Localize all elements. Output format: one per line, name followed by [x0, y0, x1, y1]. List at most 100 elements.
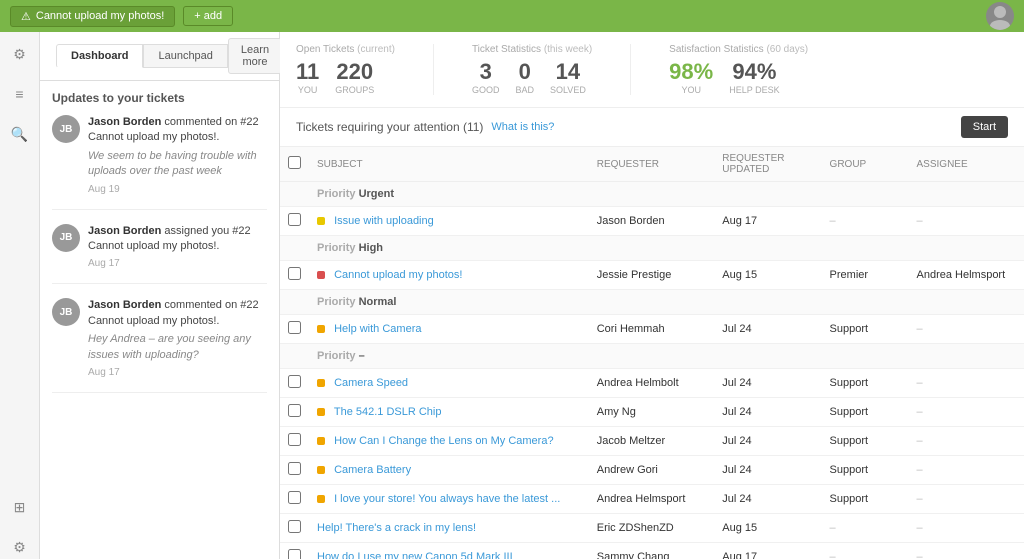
row-checkbox[interactable]	[288, 267, 301, 280]
select-all-checkbox[interactable]	[288, 156, 301, 169]
stat-sat-helpdesk: 94% HELP DESK	[729, 61, 779, 95]
settings-icon[interactable]: ⚙	[8, 42, 32, 66]
update-author: Jason Borden	[88, 225, 161, 237]
ticket-subject-cell: How Can I Change the Lens on My Camera?	[309, 427, 589, 456]
row-checkbox[interactable]	[288, 549, 301, 559]
user-avatar[interactable]	[986, 2, 1014, 30]
stat-groups-label: GROUPS	[335, 85, 374, 95]
tab-launchpad[interactable]: Launchpad	[143, 44, 227, 68]
assignee-cell: –	[909, 543, 1024, 559]
stat-sat-you: 98% YOU	[669, 61, 713, 95]
priority-indicator	[317, 495, 325, 503]
satisfaction-label: Satisfaction Statistics (60 days)	[669, 44, 808, 55]
satisfaction-values: 98% YOU 94% HELP DESK	[669, 61, 808, 95]
tickets-tbody: Priority Urgent Issue with uploading Jas…	[280, 182, 1024, 559]
ticket-link[interactable]: Help with Camera	[334, 323, 421, 335]
avatar: JB	[52, 298, 80, 326]
ticket-subject-cell: I love your store! You always have the l…	[309, 485, 589, 514]
update-content: Jason Borden commented on #22 Cannot upl…	[88, 298, 267, 378]
update-content: Jason Borden commented on #22 Cannot upl…	[88, 115, 267, 195]
updated-cell: Jul 24	[714, 427, 821, 456]
priority-label-row: Priority –	[280, 344, 1024, 369]
assignee-cell: –	[909, 514, 1024, 543]
avatar: JB	[52, 224, 80, 252]
group-cell: Premier	[822, 261, 909, 290]
search-icon[interactable]: 🔍	[8, 122, 32, 146]
row-checkbox[interactable]	[288, 321, 301, 334]
group-cell: –	[822, 207, 909, 236]
update-desc: We seem to be having trouble with upload…	[88, 149, 267, 180]
priority-indicator	[317, 325, 325, 333]
updated-cell: Jul 24	[714, 315, 821, 344]
ticket-link[interactable]: Cannot upload my photos!	[334, 269, 462, 281]
ticket-stats-group: Ticket Statistics (this week) 3 GOOD 0 B…	[472, 44, 592, 95]
update-item: JB Jason Borden commented on #22 Cannot …	[52, 115, 267, 210]
row-checkbox[interactable]	[288, 404, 301, 417]
update-author: Jason Borden	[88, 299, 161, 311]
ticket-link[interactable]: Issue with uploading	[334, 215, 434, 227]
avatar: JB	[52, 115, 80, 143]
group-cell: Support	[822, 427, 909, 456]
row-checkbox[interactable]	[288, 520, 301, 533]
stat-good: 3 GOOD	[472, 61, 500, 95]
ticket-link[interactable]: Help! There's a crack in my lens!	[317, 522, 476, 534]
widget-icon[interactable]: ⊞	[8, 495, 32, 519]
menu-icon[interactable]: ≡	[8, 82, 32, 106]
right-panel: Open Tickets (current) 11 YOU 220 GROUPS	[280, 32, 1024, 559]
priority-indicator	[317, 379, 325, 387]
priority-label-row: Priority High	[280, 236, 1024, 261]
add-button[interactable]: + add	[183, 6, 233, 26]
what-is-this-link[interactable]: What is this?	[491, 121, 554, 133]
ticket-subject-cell: Issue with uploading	[309, 207, 589, 236]
requester-cell: Andrew Gori	[589, 456, 715, 485]
updated-cell: Jul 24	[714, 485, 821, 514]
ticket-subject-cell: How do I use my new Canon 5d Mark III	[309, 543, 589, 559]
ticket-subject-cell: Help with Camera	[309, 315, 589, 344]
row-checkbox[interactable]	[288, 213, 301, 226]
priority-label-row: Priority Urgent	[280, 182, 1024, 207]
group-cell: Support	[822, 369, 909, 398]
col-header-requester: REQUESTER	[589, 147, 715, 182]
updates-section: Updates to your tickets JB Jason Borden …	[40, 81, 279, 559]
priority-indicator	[317, 271, 325, 279]
start-button[interactable]: Start	[961, 116, 1008, 138]
updated-cell: Jul 24	[714, 369, 821, 398]
ticket-link[interactable]: The 542.1 DSLR Chip	[334, 406, 442, 418]
notification-bar[interactable]: ⚠ Cannot upload my photos!	[10, 6, 175, 27]
update-item: JB Jason Borden commented on #22 Cannot …	[52, 298, 267, 393]
notification-text: Cannot upload my photos!	[36, 10, 164, 22]
add-label: + add	[194, 10, 222, 22]
learn-more-button[interactable]: Learn more	[228, 38, 282, 74]
group-cell: Support	[822, 398, 909, 427]
ticket-link[interactable]: I love your store! You always have the l…	[334, 493, 560, 505]
update-date: Aug 17	[88, 367, 267, 378]
gear-icon[interactable]: ⚙	[8, 535, 32, 559]
row-checkbox[interactable]	[288, 433, 301, 446]
priority-indicator	[317, 466, 325, 474]
assignee-cell: –	[909, 427, 1024, 456]
updated-cell: Aug 17	[714, 207, 821, 236]
table-row: Camera Speed Andrea Helmbolt Jul 24 Supp…	[280, 369, 1024, 398]
group-cell: –	[822, 543, 909, 559]
requester-cell: Andrea Helmsport	[589, 485, 715, 514]
ticket-stats-values: 3 GOOD 0 BAD 14 SOLVED	[472, 61, 592, 95]
requester-cell: Jessie Prestige	[589, 261, 715, 290]
requester-cell: Jacob Meltzer	[589, 427, 715, 456]
tab-dashboard[interactable]: Dashboard	[56, 44, 143, 68]
update-item: JB Jason Borden assigned you #22 Cannot …	[52, 224, 267, 285]
priority-dash-label: Priority –	[309, 344, 1024, 369]
priority-high-label: Priority High	[309, 236, 1024, 261]
row-checkbox[interactable]	[288, 375, 301, 388]
row-checkbox[interactable]	[288, 491, 301, 504]
ticket-link[interactable]: How Can I Change the Lens on My Camera?	[334, 435, 554, 447]
row-checkbox[interactable]	[288, 462, 301, 475]
assignee-cell: –	[909, 398, 1024, 427]
group-cell: Support	[822, 485, 909, 514]
ticket-link[interactable]: How do I use my new Canon 5d Mark III	[317, 551, 513, 559]
ticket-link[interactable]: Camera Speed	[334, 377, 408, 389]
open-tickets-values: 11 YOU 220 GROUPS	[296, 61, 395, 95]
ticket-link[interactable]: Camera Battery	[334, 464, 411, 476]
priority-indicator	[317, 437, 325, 445]
top-tabs-bar: Dashboard Launchpad Learn more	[40, 32, 279, 81]
attention-bar: Tickets requiring your attention (11) Wh…	[280, 108, 1024, 147]
